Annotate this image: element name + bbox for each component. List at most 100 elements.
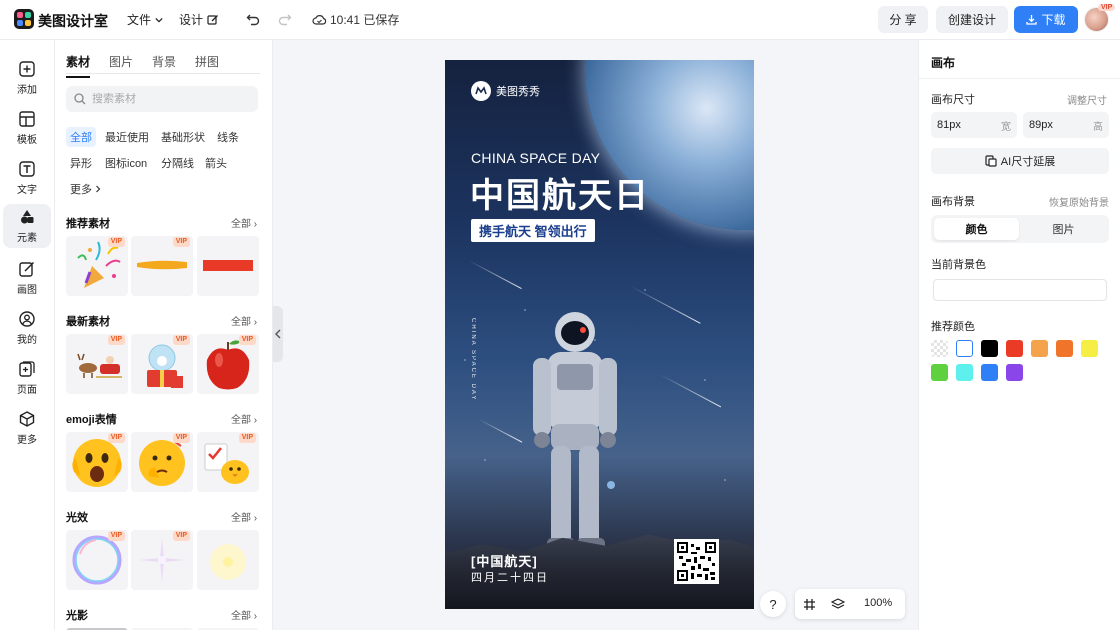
left-nav: 添加 模板 文字 元素 画图 我的 页面 更多 (0, 40, 55, 630)
height-field[interactable]: 89px 高 (1023, 112, 1109, 138)
asset-tile-emoji-checklist[interactable]: VIP (197, 432, 259, 492)
color-swatch[interactable] (1006, 364, 1023, 381)
adjust-size-link[interactable]: 调整尺寸 (1067, 92, 1107, 107)
color-swatch[interactable] (956, 340, 973, 357)
nav-item-template[interactable]: 模板 (3, 106, 51, 150)
color-swatch[interactable] (1006, 340, 1023, 357)
download-icon (1026, 15, 1038, 25)
chip-more[interactable]: 更多 (66, 179, 106, 199)
nav-item-pages[interactable]: 页面 (3, 356, 51, 400)
canvas-size-label: 画布尺寸 (931, 94, 975, 106)
color-swatch[interactable] (931, 340, 948, 357)
section-all-latest[interactable]: 全部 › (231, 313, 257, 328)
color-swatch[interactable] (931, 364, 948, 381)
plus-square-icon (19, 61, 35, 77)
chip-dividers[interactable]: 分隔线 (157, 153, 198, 173)
chevron-left-icon (275, 329, 281, 339)
nav-item-text[interactable]: 文字 (3, 156, 51, 200)
asset-tile-apple[interactable]: VIP (197, 334, 259, 394)
nav-item-draw[interactable]: 画图 (3, 256, 51, 300)
asset-tile-confetti[interactable]: VIP (66, 236, 128, 296)
asset-tile-red-bar[interactable] (197, 236, 259, 296)
nav-label-more: 更多 (17, 435, 37, 446)
zoom-level[interactable]: 100% (864, 597, 892, 609)
nav-item-mine[interactable]: 我的 (3, 306, 51, 350)
asset-tile-snow-globe[interactable]: VIP (131, 334, 193, 394)
poster-footer-date[interactable]: 四月二十四日 (471, 569, 549, 585)
panel-collapse-handle[interactable] (273, 306, 283, 362)
chip-arrows[interactable]: 箭头 (201, 153, 231, 173)
current-bg-color-field[interactable] (933, 279, 1107, 301)
layers-icon[interactable] (830, 596, 846, 612)
search-box[interactable] (66, 86, 258, 112)
asset-tile-bubble[interactable]: VIP (66, 530, 128, 590)
chip-icons[interactable]: 图标icon (101, 153, 151, 173)
design-menu-button[interactable]: 设计 (179, 11, 219, 28)
color-swatch[interactable] (1056, 340, 1073, 357)
section-all-light-effects[interactable]: 全部 › (231, 509, 257, 524)
text-t-icon (19, 161, 35, 177)
nav-item-add[interactable]: 添加 (3, 56, 51, 100)
color-swatch[interactable] (981, 364, 998, 381)
poster-title[interactable]: 中国航天日 (470, 168, 650, 217)
file-menu-button[interactable]: 文件 (127, 11, 163, 28)
chip-recent[interactable]: 最近使用 (101, 127, 153, 147)
asset-tile-reindeer-sleigh[interactable]: VIP (66, 334, 128, 394)
color-swatch[interactable] (1081, 340, 1098, 357)
section-title-light-shadow: 光影 (66, 610, 88, 622)
section-all-recommended[interactable]: 全部 › (231, 215, 257, 230)
seg-image[interactable]: 图片 (1021, 218, 1106, 240)
bg-type-segmented: 颜色 图片 (931, 215, 1109, 243)
width-field[interactable]: 81px 宽 (931, 112, 1017, 138)
asset-tile-orange-stroke[interactable]: VIP (131, 236, 193, 296)
undo-icon[interactable] (244, 10, 262, 28)
grid-hash-icon[interactable] (801, 596, 817, 612)
chip-irregular[interactable]: 异形 (66, 153, 96, 173)
save-status: 10:41 已保存 (312, 11, 399, 28)
section-all-light-shadow[interactable]: 全部 › (231, 607, 257, 622)
download-button[interactable]: 下载 (1014, 6, 1078, 33)
seg-color[interactable]: 颜色 (934, 218, 1019, 240)
tab-collage[interactable]: 拼图 (195, 53, 219, 78)
tab-images[interactable]: 图片 (109, 53, 133, 78)
nav-item-more[interactable]: 更多 (3, 406, 51, 450)
help-button[interactable]: ? (760, 591, 786, 617)
poster-vertical-text[interactable]: CHINA SPACE DAY (470, 318, 476, 401)
nav-item-elements[interactable]: 元素 (3, 204, 51, 248)
color-swatch[interactable] (1031, 340, 1048, 357)
asset-tile-sparkle[interactable]: VIP (131, 530, 193, 590)
width-value: 81px (937, 119, 961, 131)
asset-tabs: 素材 图片 背景 拼图 (66, 53, 219, 78)
chip-all[interactable]: 全部 (66, 127, 96, 147)
asset-tile-glow[interactable] (197, 530, 259, 590)
save-status-text: 10:41 已保存 (330, 13, 400, 27)
restore-bg-link[interactable]: 恢复原始背景 (1049, 194, 1109, 209)
draw-pen-icon (19, 261, 35, 277)
tab-backgrounds[interactable]: 背景 (152, 53, 176, 78)
create-design-button[interactable]: 创建设计 (936, 6, 1008, 33)
section-title-recommended: 推荐素材 (66, 218, 110, 230)
asset-tile-emoji-thinking[interactable]: VIP (131, 432, 193, 492)
section-all-emoji[interactable]: 全部 › (231, 411, 257, 426)
chip-basic-shapes[interactable]: 基础形状 (157, 127, 209, 147)
share-button[interactable]: 分 享 (878, 6, 928, 33)
tab-materials[interactable]: 素材 (66, 53, 91, 78)
redo-icon[interactable] (276, 10, 294, 28)
app-logo-icon[interactable] (14, 9, 34, 29)
poster-english-title[interactable]: CHINA SPACE DAY (471, 150, 600, 166)
vip-badge: VIP (172, 237, 190, 247)
qr-code[interactable] (674, 539, 719, 584)
design-canvas[interactable]: 美图秀秀 CHINA SPACE DAY 中国航天日 携手航天 智领出行 CHI… (445, 60, 754, 609)
ai-resize-button[interactable]: AI尺寸延展 (931, 148, 1109, 174)
color-swatch[interactable] (956, 364, 973, 381)
poster-footer-title[interactable]: [中国航天] (471, 551, 538, 570)
color-swatch[interactable] (981, 340, 998, 357)
poster-subtitle[interactable]: 携手航天 智领出行 (471, 219, 595, 242)
search-input[interactable] (92, 93, 242, 105)
section-title-latest: 最新素材 (66, 316, 110, 328)
app-title[interactable]: 美图设计室 (38, 11, 108, 31)
brand-mark: 美图秀秀 (471, 81, 540, 101)
chevron-down-icon (155, 17, 163, 22)
chip-lines[interactable]: 线条 (213, 127, 243, 147)
asset-tile-emoji-shocked[interactable]: VIP (66, 432, 128, 492)
